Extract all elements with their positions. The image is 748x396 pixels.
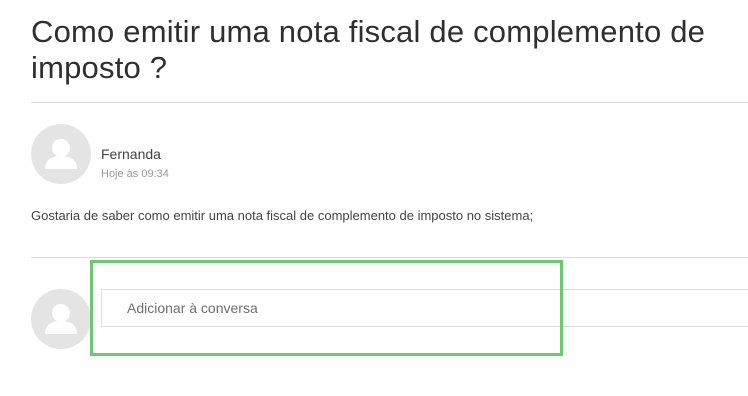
author-name[interactable]: Fernanda [101, 146, 161, 162]
title-divider [31, 102, 748, 103]
reply-input[interactable] [101, 289, 748, 327]
post-timestamp: Hoje às 09:34 [101, 168, 169, 180]
user-silhouette-icon [45, 304, 77, 334]
page-title: Como emitir uma nota fiscal de complemen… [31, 14, 706, 85]
author-avatar [31, 124, 91, 184]
post-message: Gostaria de saber como emitir uma nota f… [31, 208, 534, 223]
user-silhouette-icon [45, 139, 77, 169]
post-divider [31, 257, 748, 258]
current-user-avatar [31, 289, 91, 349]
